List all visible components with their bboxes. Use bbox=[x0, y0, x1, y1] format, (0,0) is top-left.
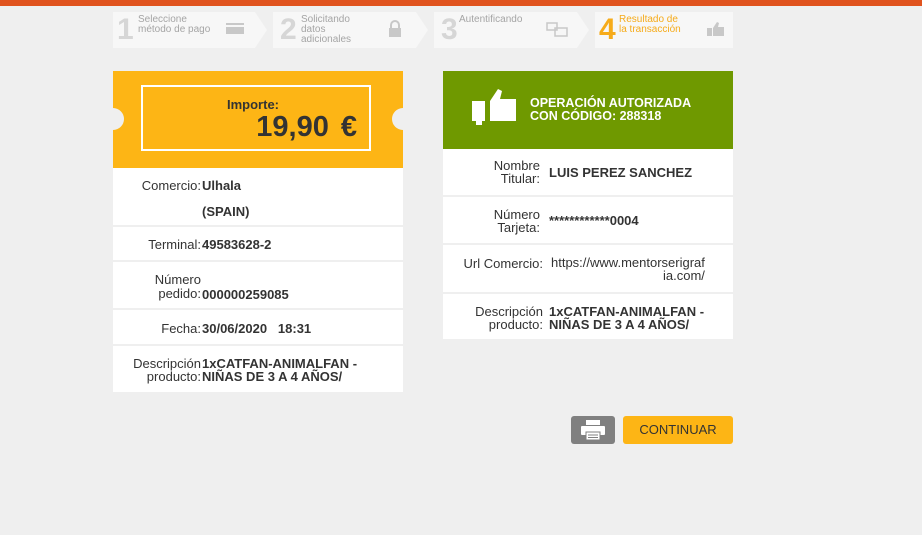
step-number: 1 bbox=[117, 13, 134, 46]
order-number-label: Número pedido: bbox=[154, 272, 201, 301]
terminal-label: Terminal: bbox=[148, 237, 201, 252]
date-label: Fecha: bbox=[161, 321, 201, 336]
step-label: Resultado de la transacción bbox=[619, 14, 681, 35]
merchant-url-label: Url Comercio: bbox=[463, 256, 543, 271]
print-button[interactable] bbox=[571, 416, 615, 444]
lock-icon bbox=[389, 20, 401, 37]
amount-label: Importe: bbox=[227, 97, 279, 112]
terminal-value: 49583628-2 bbox=[202, 237, 272, 252]
printer-icon bbox=[581, 420, 605, 440]
step-number: 3 bbox=[441, 13, 458, 46]
card-icon bbox=[226, 23, 244, 34]
terminal-row: Terminal: 49583628-2 bbox=[113, 227, 403, 262]
step-label: Seleccione método de pago bbox=[138, 14, 211, 35]
thumbs-up-card-icon bbox=[472, 89, 516, 125]
payment-summary-card: Importe: 19,90 € Comercio: Ulhala (SPAIN)… bbox=[102, 71, 414, 392]
thumbs-up-icon bbox=[707, 22, 724, 36]
top-accent-bar bbox=[0, 0, 922, 6]
product-description-row: Descripción producto: 1xCATFAN-ANIMALFAN … bbox=[443, 294, 733, 339]
step-4: 4 Resultado de la transacción bbox=[595, 12, 733, 48]
card-number-row: Número Tarjeta: ************0004 bbox=[443, 197, 733, 245]
product-description-label: Descripción producto: bbox=[475, 304, 543, 332]
authorization-header: OPERACIÓN AUTORIZADA CON CÓDIGO: 288318 bbox=[443, 71, 733, 149]
step-3: 3 Autentificando bbox=[434, 12, 577, 48]
description-label: Descripción producto: bbox=[133, 356, 201, 384]
step-number: 4 bbox=[599, 13, 616, 46]
currency-symbol: € bbox=[340, 111, 357, 143]
step-2: 2 Solicitando datos adicionales bbox=[273, 12, 416, 48]
continue-button[interactable]: CONTINUAR bbox=[623, 416, 733, 444]
step-separator bbox=[255, 12, 267, 48]
merchant-url-row: Url Comercio: https://www.mentorserigraf… bbox=[443, 245, 733, 294]
card-number-value: ************0004 bbox=[549, 213, 639, 228]
holder-label: Nombre Titular: bbox=[493, 158, 540, 186]
date-value: 30/06/2020 18:31 bbox=[202, 321, 312, 336]
step-number: 2 bbox=[280, 13, 297, 46]
step-1: 1 Seleccione método de pago bbox=[113, 12, 255, 48]
description-value: 1xCATFAN-ANIMALFAN - NIÑAS DE 3 A 4 AÑOS/ bbox=[202, 356, 358, 384]
order-number-row: Número pedido: 000000259085 bbox=[113, 262, 403, 310]
product-description-value: 1xCATFAN-ANIMALFAN - NIÑAS DE 3 A 4 AÑOS/ bbox=[549, 304, 705, 332]
authorization-card: OPERACIÓN AUTORIZADA CON CÓDIGO: 288318 N… bbox=[443, 71, 733, 339]
step-separator bbox=[416, 12, 428, 48]
date-row: Fecha: 30/06/2020 18:31 bbox=[113, 310, 403, 346]
amount-box: Importe: 19,90 € bbox=[141, 85, 371, 151]
merchant-url-link[interactable]: https://www.mentorserigraf ia.com/ bbox=[551, 256, 705, 282]
ticket-notch bbox=[102, 108, 124, 130]
progress-steps: 1 Seleccione método de pago 2 Solicitando… bbox=[113, 12, 733, 48]
holder-value: LUIS PEREZ SANCHEZ bbox=[549, 165, 693, 180]
order-number-value: 000000259085 bbox=[202, 287, 289, 302]
description-row: Descripción producto: 1xCATFAN-ANIMALFAN … bbox=[113, 346, 403, 392]
step-label: Solicitando datos adicionales bbox=[301, 14, 352, 45]
amount-header: Importe: 19,90 € bbox=[102, 71, 414, 168]
step-label: Autentificando bbox=[459, 14, 523, 25]
devices-icon bbox=[546, 22, 568, 37]
merchant-row: Comercio: Ulhala (SPAIN) bbox=[113, 168, 403, 227]
merchant-label: Comercio: bbox=[141, 178, 201, 193]
authorization-message: OPERACIÓN AUTORIZADA CON CÓDIGO: 288318 bbox=[530, 96, 692, 123]
merchant-country: (SPAIN) bbox=[202, 204, 250, 219]
card-number-label: Número Tarjeta: bbox=[493, 207, 540, 235]
merchant-value: Ulhala bbox=[202, 178, 242, 193]
step-separator bbox=[577, 12, 589, 48]
ticket-notch bbox=[392, 108, 414, 130]
holder-row: Nombre Titular: LUIS PEREZ SANCHEZ bbox=[443, 149, 733, 197]
amount-value: 19,90 € bbox=[256, 111, 357, 143]
